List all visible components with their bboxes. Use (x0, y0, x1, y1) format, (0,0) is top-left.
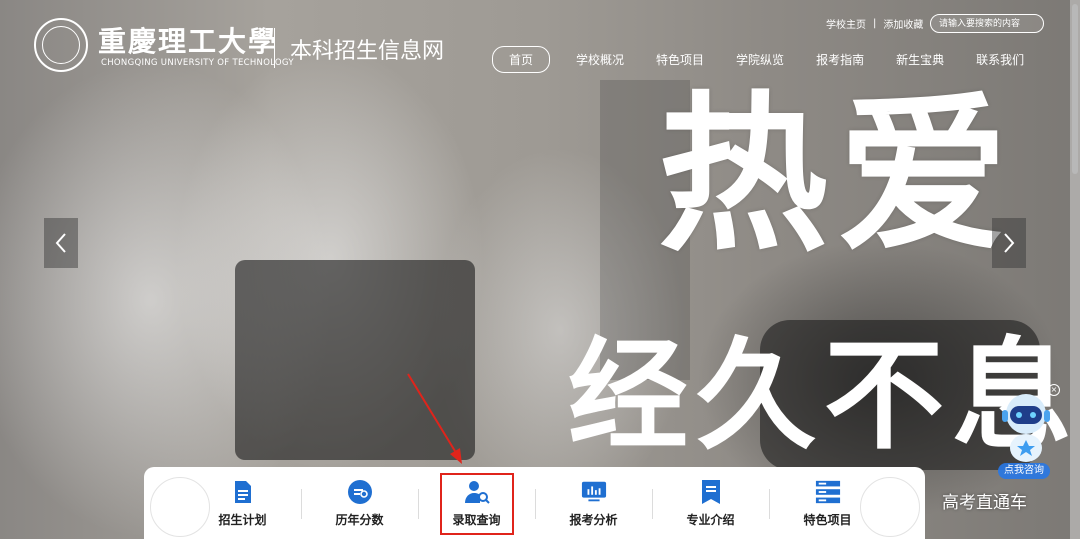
quick-link-special-programs[interactable]: 特色项目 (769, 467, 886, 539)
consult-mascot[interactable]: × (998, 384, 1060, 474)
brand-name-en: CHONGQING UNIVERSITY OF TECHNOLOGY (101, 58, 294, 68)
add-favorite-link[interactable]: 添加收藏 (883, 16, 923, 31)
school-home-link[interactable]: 学校主页 (826, 16, 866, 31)
chart-bars-icon (347, 479, 373, 505)
nav-item-colleges[interactable]: 学院纵览 (736, 51, 784, 68)
nav-item-contact[interactable]: 联系我们 (976, 51, 1024, 68)
chevron-left-icon (55, 233, 66, 253)
quick-link-application-analysis[interactable]: 报考分析 (535, 467, 652, 539)
slider-next-button[interactable] (992, 218, 1026, 268)
main-nav: 首页 学校概况 特色项目 学院纵览 报考指南 新生宝典 联系我们 (492, 46, 1056, 73)
quick-link-majors[interactable]: 专业介绍 (652, 467, 769, 539)
stack-list-icon (815, 479, 841, 505)
brand-name-cn: 重慶理工大學 (98, 25, 279, 58)
quick-link-label: 招生计划 (218, 512, 267, 527)
hero-slogan-line1: 热爱 (658, 75, 1019, 275)
page-scrollbar[interactable] (1070, 0, 1080, 539)
quick-link-label: 特色项目 (803, 512, 852, 527)
quick-link-past-scores[interactable]: 历年分数 (301, 467, 418, 539)
chevron-right-icon (1004, 233, 1015, 253)
top-links: 学校主页 | 添加收藏 (826, 16, 923, 31)
mascot-robot-icon (1002, 394, 1050, 462)
document-list-icon (230, 479, 256, 505)
quick-link-label: 历年分数 (335, 512, 384, 527)
slider-prev-button[interactable] (44, 218, 78, 268)
quick-link-label: 专业介绍 (686, 512, 735, 527)
annotation-arrow-icon (407, 373, 462, 464)
nav-item-about[interactable]: 学校概况 (576, 51, 624, 68)
consult-label[interactable]: 点我咨询 (998, 463, 1050, 479)
mascot-close-button[interactable]: × (1048, 384, 1060, 396)
nav-item-features[interactable]: 特色项目 (656, 51, 704, 68)
nav-item-freshman[interactable]: 新生宝典 (896, 51, 944, 68)
brand-divider (274, 28, 275, 68)
quick-access-bar: 招生计划 历年分数 录取查询 报考分析 专业介绍 特色项目 (144, 467, 925, 539)
nav-item-home[interactable]: 首页 (492, 46, 551, 73)
site-name: 本科招生信息网 (290, 39, 445, 64)
quick-link-label: 报考分析 (569, 512, 618, 527)
university-logo[interactable] (34, 18, 88, 72)
bookmark-doc-icon (698, 479, 724, 505)
search-input[interactable] (930, 14, 1044, 33)
top-links-separator: | (873, 18, 877, 29)
annotation-highlight-box (440, 473, 514, 535)
scrollbar-thumb[interactable] (1072, 4, 1078, 174)
monitor-chart-icon (581, 479, 607, 505)
nav-item-guide[interactable]: 报考指南 (816, 51, 864, 68)
quick-link-admission-plan[interactable]: 招生计划 (184, 467, 301, 539)
watermark-text: 高考直通车 (942, 493, 1027, 513)
